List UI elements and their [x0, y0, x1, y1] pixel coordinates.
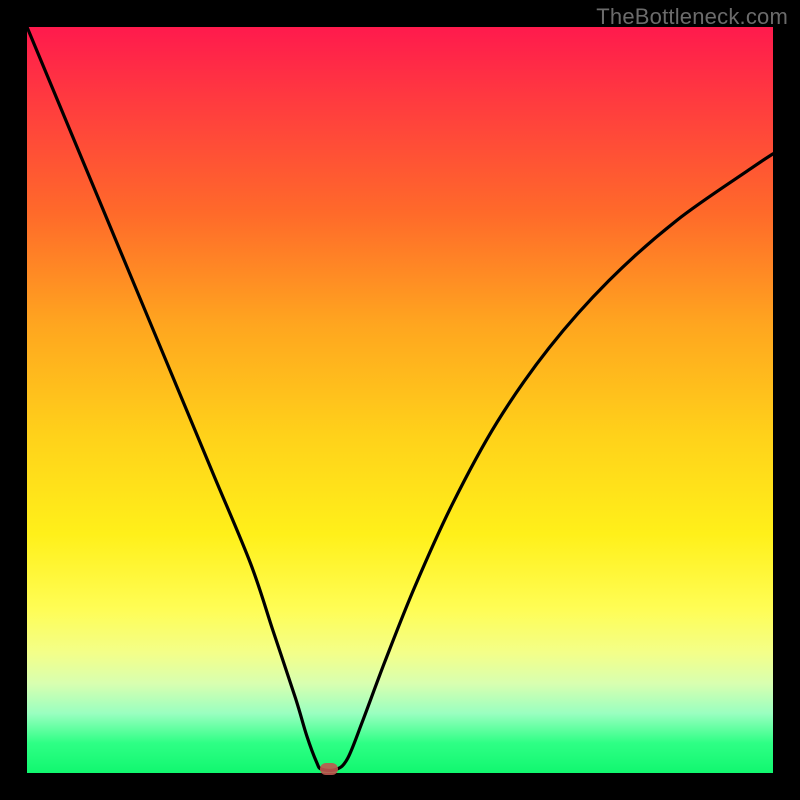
optimal-marker	[320, 763, 338, 775]
bottleneck-curve	[27, 27, 773, 770]
curve-svg	[27, 27, 773, 773]
plot-area	[27, 27, 773, 773]
chart-frame: TheBottleneck.com	[0, 0, 800, 800]
